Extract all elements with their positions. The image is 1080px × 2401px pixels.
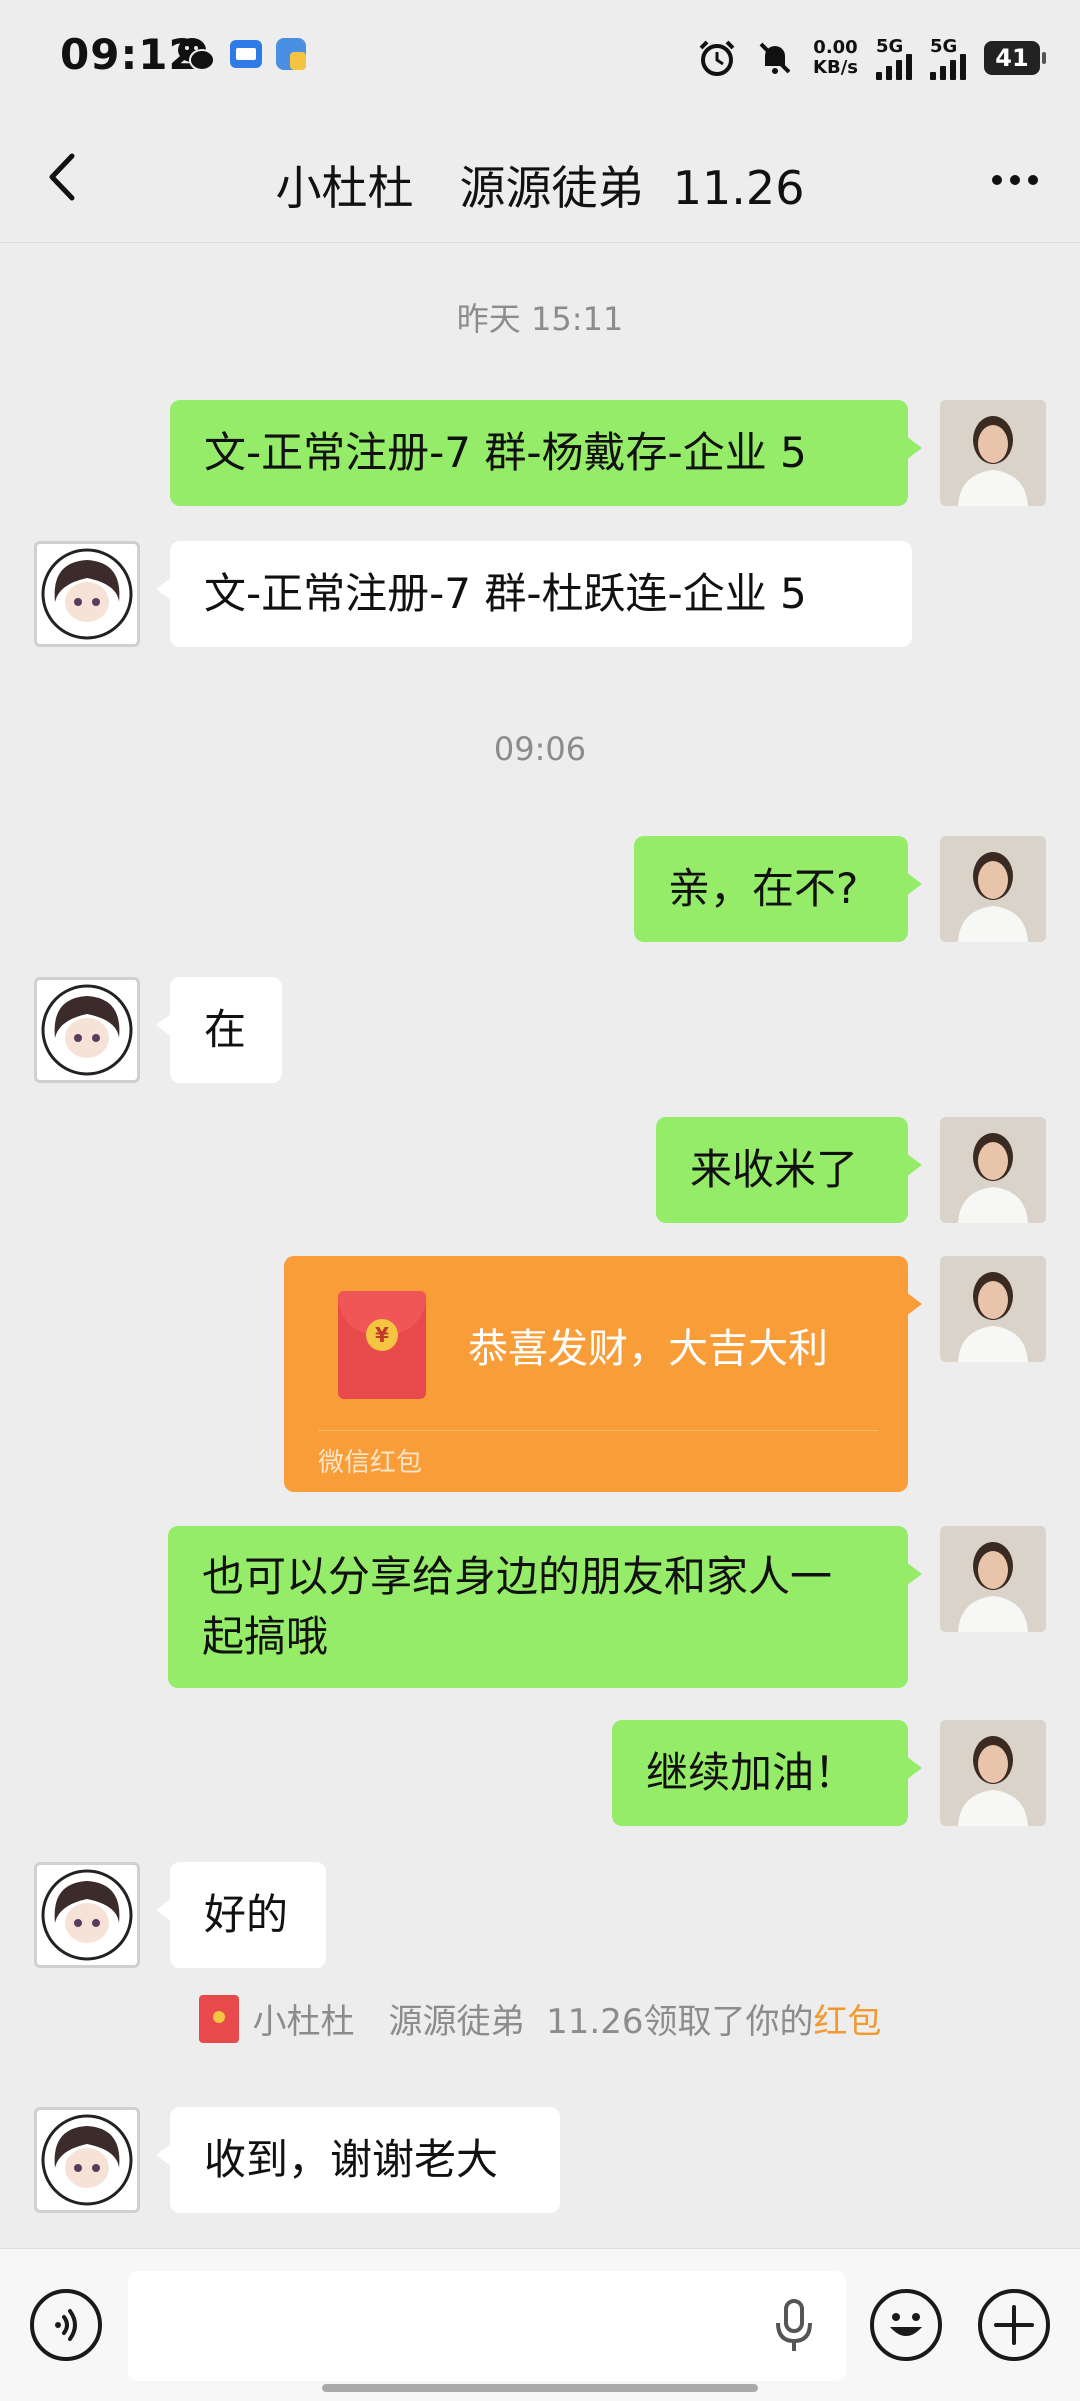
status-bar: 09:12 0.00 KB/s 5G 5G 41 bbox=[0, 0, 1080, 112]
message-bubble-sent[interactable]: 继续加油！ bbox=[612, 1720, 922, 1826]
plus-icon bbox=[994, 2305, 1034, 2345]
my-avatar[interactable] bbox=[940, 836, 1046, 942]
message-line: 也可以分享给身边的朋友和家人一 bbox=[202, 1552, 833, 1601]
message-bubble-received[interactable]: 文-正常注册-7 群-杜跃连-企业 5 bbox=[156, 541, 912, 647]
message-bubble-sent[interactable]: 亲，在不? bbox=[634, 836, 922, 942]
alarm-icon bbox=[699, 40, 735, 76]
my-avatar[interactable] bbox=[940, 1256, 1046, 1362]
more-features-button[interactable] bbox=[978, 2289, 1050, 2361]
input-bar bbox=[0, 2248, 1080, 2401]
title-bar: 小杜杜 源源徒弟 11.26 bbox=[0, 112, 1080, 243]
red-packet-small-icon bbox=[198, 1994, 239, 2043]
microphone-icon[interactable] bbox=[764, 2293, 824, 2357]
contact-avatar[interactable] bbox=[34, 977, 140, 1083]
my-avatar[interactable] bbox=[940, 1117, 1046, 1223]
message-bubble-received[interactable]: 在 bbox=[156, 977, 282, 1083]
red-packet-link[interactable]: 红包 bbox=[813, 1994, 881, 2043]
chat-title: 小杜杜 源源徒弟 11.26 bbox=[275, 161, 805, 215]
message-input[interactable] bbox=[128, 2271, 846, 2381]
emoji-icon bbox=[890, 2313, 922, 2336]
timestamp: 昨天 15:11 bbox=[456, 300, 624, 338]
status-right: 0.00 KB/s 5G 5G 41 bbox=[697, 28, 1046, 88]
my-avatar[interactable] bbox=[940, 1526, 1046, 1632]
mute-icon bbox=[759, 42, 791, 74]
red-packet-label: 微信红包 bbox=[318, 1448, 423, 1478]
message-bubble-received[interactable]: 收到，谢谢老大 bbox=[156, 2107, 560, 2213]
red-packet-divider bbox=[318, 1430, 878, 1431]
contact-avatar[interactable] bbox=[34, 541, 140, 647]
system-notice: 小杜杜 源源徒弟 11.26领取了你的 红包 bbox=[0, 1994, 1080, 2043]
signal-2-icon: 5G bbox=[930, 36, 966, 80]
my-avatar[interactable] bbox=[940, 1720, 1046, 1826]
timestamp: 09:06 bbox=[493, 730, 587, 768]
my-avatar[interactable] bbox=[940, 400, 1046, 506]
red-packet-greeting: 恭喜发财，大吉大利 bbox=[468, 1326, 828, 1372]
net-speed-value: 0.00 bbox=[813, 37, 858, 58]
message-bubble-sent[interactable]: 文-正常注册-7 群-杨戴存-企业 5 bbox=[170, 400, 922, 506]
red-packet-message[interactable]: ¥ 恭喜发财，大吉大利 微信红包 bbox=[284, 1256, 922, 1492]
wechat-icon bbox=[178, 38, 215, 71]
signal-1-icon: 5G bbox=[876, 36, 912, 80]
message-bubble-sent[interactable]: 来收米了 bbox=[656, 1117, 922, 1223]
message-bubble-received[interactable]: 好的 bbox=[156, 1862, 326, 1968]
signal-2-label: 5G bbox=[930, 36, 958, 57]
emoji-button[interactable] bbox=[870, 2289, 942, 2361]
battery-icon: 41 bbox=[984, 41, 1046, 75]
voice-toggle-button[interactable] bbox=[30, 2289, 102, 2361]
files-icon bbox=[276, 38, 306, 70]
app-icon bbox=[230, 40, 262, 68]
net-speed-unit: KB/s bbox=[813, 57, 858, 78]
home-indicator[interactable] bbox=[322, 2384, 758, 2392]
net-speed: 0.00 KB/s bbox=[813, 38, 858, 78]
more-options-icon[interactable] bbox=[980, 142, 1050, 212]
contact-avatar[interactable] bbox=[34, 2107, 140, 2213]
system-notice-text: 小杜杜 源源徒弟 11.26领取了你的 bbox=[252, 2002, 814, 2042]
signal-1-label: 5G bbox=[876, 36, 904, 57]
message-line: 起搞哦 bbox=[202, 1612, 329, 1661]
red-packet-icon: ¥ bbox=[338, 1291, 426, 1399]
message-bubble-sent[interactable]: 也可以分享给身边的朋友和家人一 起搞哦 bbox=[168, 1526, 922, 1688]
contact-avatar[interactable] bbox=[34, 1862, 140, 1968]
voice-wave-icon bbox=[55, 2309, 77, 2341]
